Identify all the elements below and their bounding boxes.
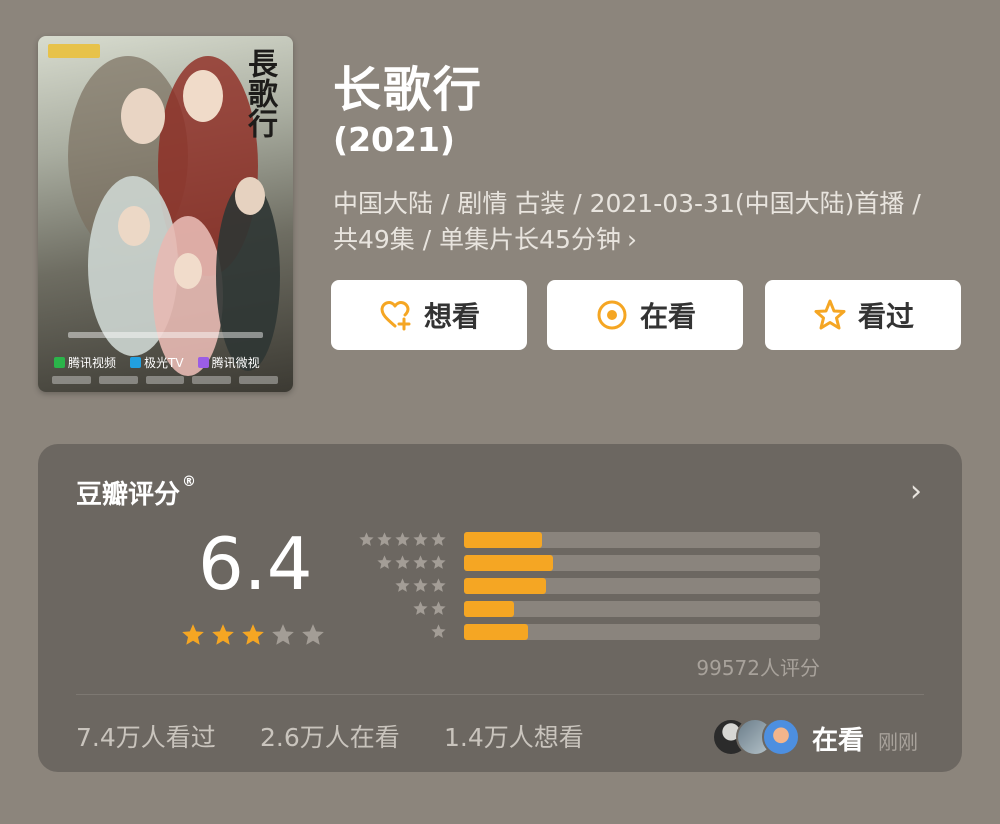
distribution-bar bbox=[464, 624, 529, 640]
tencent-video-icon bbox=[54, 357, 65, 368]
distribution-track bbox=[464, 624, 820, 640]
distribution-stars bbox=[376, 554, 447, 571]
stream-tencent: 腾讯视频 bbox=[54, 354, 116, 371]
star-icon bbox=[359, 532, 374, 546]
distribution-row-2 bbox=[360, 600, 822, 618]
friend-time: 刚刚 bbox=[878, 730, 918, 754]
star-empty-icon bbox=[272, 624, 294, 645]
distribution-row-4 bbox=[360, 554, 822, 572]
star-icon bbox=[431, 624, 446, 638]
star-empty-icon bbox=[302, 624, 324, 645]
rating-card-title: 豆瓣评分 ® bbox=[76, 474, 197, 510]
stream-weishi: 腾讯微视 bbox=[197, 354, 260, 371]
stat-want[interactable]: 1.4万人想看 bbox=[444, 718, 584, 754]
poster-stream-row: 腾讯视频 极光TV 腾讯微视 bbox=[54, 354, 260, 371]
distribution-track bbox=[464, 555, 820, 571]
registered-mark: ® bbox=[182, 474, 197, 490]
star-icon bbox=[413, 555, 428, 569]
star-icon bbox=[431, 532, 446, 546]
distribution-bar bbox=[464, 601, 514, 617]
poster-calligraphy: 長歌行 bbox=[242, 48, 277, 138]
distribution-row-1 bbox=[360, 623, 822, 641]
stat-watching[interactable]: 2.6万人在看 bbox=[260, 718, 400, 754]
distribution-stars bbox=[394, 577, 447, 594]
distribution-track bbox=[464, 601, 820, 617]
friend-status[interactable]: 在看 bbox=[812, 720, 864, 757]
poster-image[interactable]: 長歌行 腾讯视频 极光TV 腾讯微视 bbox=[38, 36, 293, 392]
poster-logo-row bbox=[52, 376, 278, 386]
star-icon bbox=[395, 578, 410, 592]
star-icon bbox=[395, 555, 410, 569]
watching-button[interactable]: 在看 bbox=[547, 280, 743, 350]
heart-plus-icon bbox=[380, 301, 411, 331]
avatar bbox=[762, 718, 800, 756]
star-icon bbox=[413, 578, 428, 592]
weishi-icon bbox=[197, 357, 209, 368]
page-title: 长歌行 bbox=[333, 62, 484, 118]
star-icon bbox=[413, 601, 428, 615]
distribution-bar bbox=[464, 578, 546, 594]
watched-button[interactable]: 看过 bbox=[765, 280, 961, 350]
want-button[interactable]: 想看 bbox=[331, 280, 527, 350]
star-icon bbox=[431, 555, 446, 569]
target-icon bbox=[597, 300, 627, 330]
distribution-bar bbox=[464, 532, 543, 548]
star-icon bbox=[377, 532, 392, 546]
chevron-right-icon[interactable]: › bbox=[910, 474, 922, 509]
distribution-track bbox=[464, 532, 820, 548]
star-filled-icon bbox=[242, 624, 264, 645]
star-icon bbox=[431, 578, 446, 592]
distribution-bar bbox=[464, 555, 553, 571]
poster-tagline bbox=[68, 332, 263, 338]
distribution-track bbox=[464, 578, 820, 594]
rating-count: 99572人评分 bbox=[696, 656, 820, 680]
distribution-row-5 bbox=[358, 531, 822, 549]
star-icon bbox=[395, 532, 410, 546]
distribution-stars bbox=[358, 531, 447, 548]
want-label: 想看 bbox=[423, 300, 480, 333]
score-stars bbox=[180, 622, 326, 648]
release-year: (2021) bbox=[333, 120, 456, 159]
jiguang-tv-icon bbox=[130, 357, 142, 368]
distribution-stars bbox=[412, 600, 447, 617]
rating-score: 6.4 bbox=[198, 522, 313, 606]
star-icon bbox=[377, 555, 392, 569]
movie-meta[interactable]: 中国大陆 / 剧情 古装 / 2021-03-31(中国大陆)首播 / 共49集… bbox=[333, 186, 943, 258]
divider bbox=[76, 694, 924, 695]
stat-watched[interactable]: 7.4万人看过 bbox=[76, 718, 216, 754]
chevron-right-icon: › bbox=[626, 225, 637, 254]
star-outline-icon bbox=[814, 299, 846, 330]
friend-avatars[interactable] bbox=[712, 718, 804, 756]
star-icon bbox=[413, 532, 428, 546]
poster-badge bbox=[48, 44, 100, 58]
star-filled-icon bbox=[212, 624, 234, 645]
stream-jiguang: 极光TV bbox=[130, 354, 184, 371]
star-icon bbox=[431, 601, 446, 615]
distribution-row-3 bbox=[360, 577, 822, 595]
star-filled-icon bbox=[182, 624, 204, 645]
rating-card[interactable]: 豆瓣评分 ® › 6.4 99572人评分 7.4万人看过 2.6万人在看 1.4… bbox=[38, 444, 962, 772]
watching-label: 在看 bbox=[639, 300, 696, 333]
watched-label: 看过 bbox=[857, 300, 914, 333]
distribution-stars bbox=[430, 623, 447, 640]
